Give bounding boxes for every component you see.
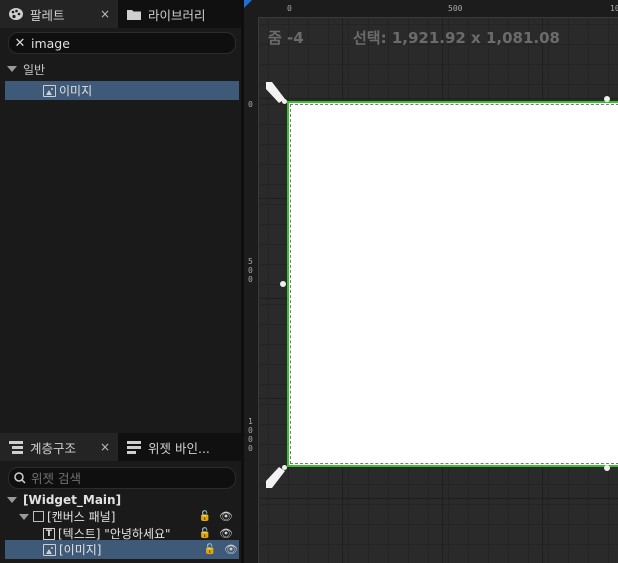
ruler-label: 10	[610, 4, 618, 13]
ruler-label: 1 0 0 0	[248, 417, 253, 453]
image-icon	[43, 84, 56, 97]
tree-node-label: [캔버스 패널]	[47, 510, 116, 524]
bindings-icon	[127, 441, 141, 454]
node-actions: 🔓 👁	[199, 510, 233, 523]
expand-arrow-icon[interactable]	[19, 513, 29, 520]
tab-palette-label: 팔레트	[30, 7, 65, 23]
zoom-label: 줌 -4	[268, 29, 304, 47]
left-panel: 팔레트 × 라이브러리 ✕ 일반 이미지 계층구조 × 위젯 바인...	[0, 0, 241, 563]
ruler-label: 500	[448, 4, 463, 13]
ruler-label: 0	[248, 100, 253, 109]
hierarchy-search-input[interactable]	[31, 470, 211, 486]
tab-library-label: 라이브러리	[148, 7, 206, 23]
eye-icon[interactable]: 👁	[224, 543, 238, 556]
tab-widget-bindings[interactable]: 위젯 바인...	[118, 433, 241, 461]
close-icon[interactable]: ×	[100, 7, 110, 21]
tab-hierarchy-label: 계층구조	[30, 440, 77, 456]
hierarchy-tabbar: 계층구조 × 위젯 바인...	[0, 433, 241, 461]
tree-root-label: [Widget_Main]	[23, 492, 122, 507]
selection-size-label: 선택: 1,921.92 x 1,081.08	[353, 29, 560, 47]
palette-category-general[interactable]: 일반	[0, 58, 241, 80]
tab-library[interactable]: 라이브러리	[118, 0, 241, 28]
tab-hierarchy[interactable]: 계층구조 ×	[0, 433, 118, 461]
unlock-icon[interactable]: 🔓	[199, 528, 211, 539]
ruler-horizontal: 0 500 10	[258, 0, 618, 18]
text-icon: T	[43, 527, 55, 540]
clear-icon[interactable]: ✕	[9, 36, 31, 51]
palette-item-image[interactable]: 이미지	[5, 81, 239, 100]
unlock-icon[interactable]: 🔓	[199, 511, 211, 522]
ruler-label: 5 0 0	[248, 257, 253, 284]
tab-palette[interactable]: 팔레트 ×	[0, 0, 118, 28]
palette-tabbar: 팔레트 × 라이브러리	[0, 0, 241, 28]
hierarchy-search[interactable]	[8, 467, 236, 489]
resize-handle[interactable]	[604, 465, 610, 471]
canvas-panel-area[interactable]	[287, 101, 618, 467]
anchor-top-left-icon[interactable]	[263, 81, 289, 105]
folder-icon	[127, 10, 141, 20]
resize-handle[interactable]	[604, 96, 610, 102]
unlock-icon[interactable]: 🔓	[204, 544, 216, 555]
resize-handle[interactable]	[280, 281, 286, 287]
hierarchy-icon	[9, 441, 23, 454]
ruler-label: 0	[287, 4, 292, 13]
expand-arrow-icon[interactable]	[7, 496, 17, 503]
anchor-bottom-left-icon[interactable]	[263, 466, 289, 490]
tree-node-image[interactable]: [이미지] 🔓 👁	[5, 540, 239, 559]
tree-node-label: [이미지]	[59, 543, 102, 557]
ruler-corner	[244, 0, 258, 17]
node-actions: 🔓 👁	[199, 527, 233, 540]
palette-search[interactable]: ✕	[8, 32, 236, 54]
expand-arrow-icon[interactable]	[7, 66, 17, 72]
eye-icon[interactable]: 👁	[219, 527, 233, 540]
node-actions: 🔓 👁	[204, 543, 238, 556]
search-icon	[14, 472, 26, 484]
canvas-panel-icon	[33, 511, 44, 522]
palette-item-label: 이미지	[59, 84, 93, 98]
tab-widget-bindings-label: 위젯 바인...	[148, 440, 210, 456]
category-label: 일반	[23, 62, 46, 77]
palette-icon	[9, 8, 23, 20]
ruler-vertical: 0 5 0 0 1 0 0 0	[244, 17, 259, 563]
close-icon[interactable]: ×	[100, 440, 110, 454]
palette-search-input[interactable]	[31, 35, 211, 51]
image-icon	[43, 543, 56, 556]
eye-icon[interactable]: 👁	[219, 510, 233, 523]
